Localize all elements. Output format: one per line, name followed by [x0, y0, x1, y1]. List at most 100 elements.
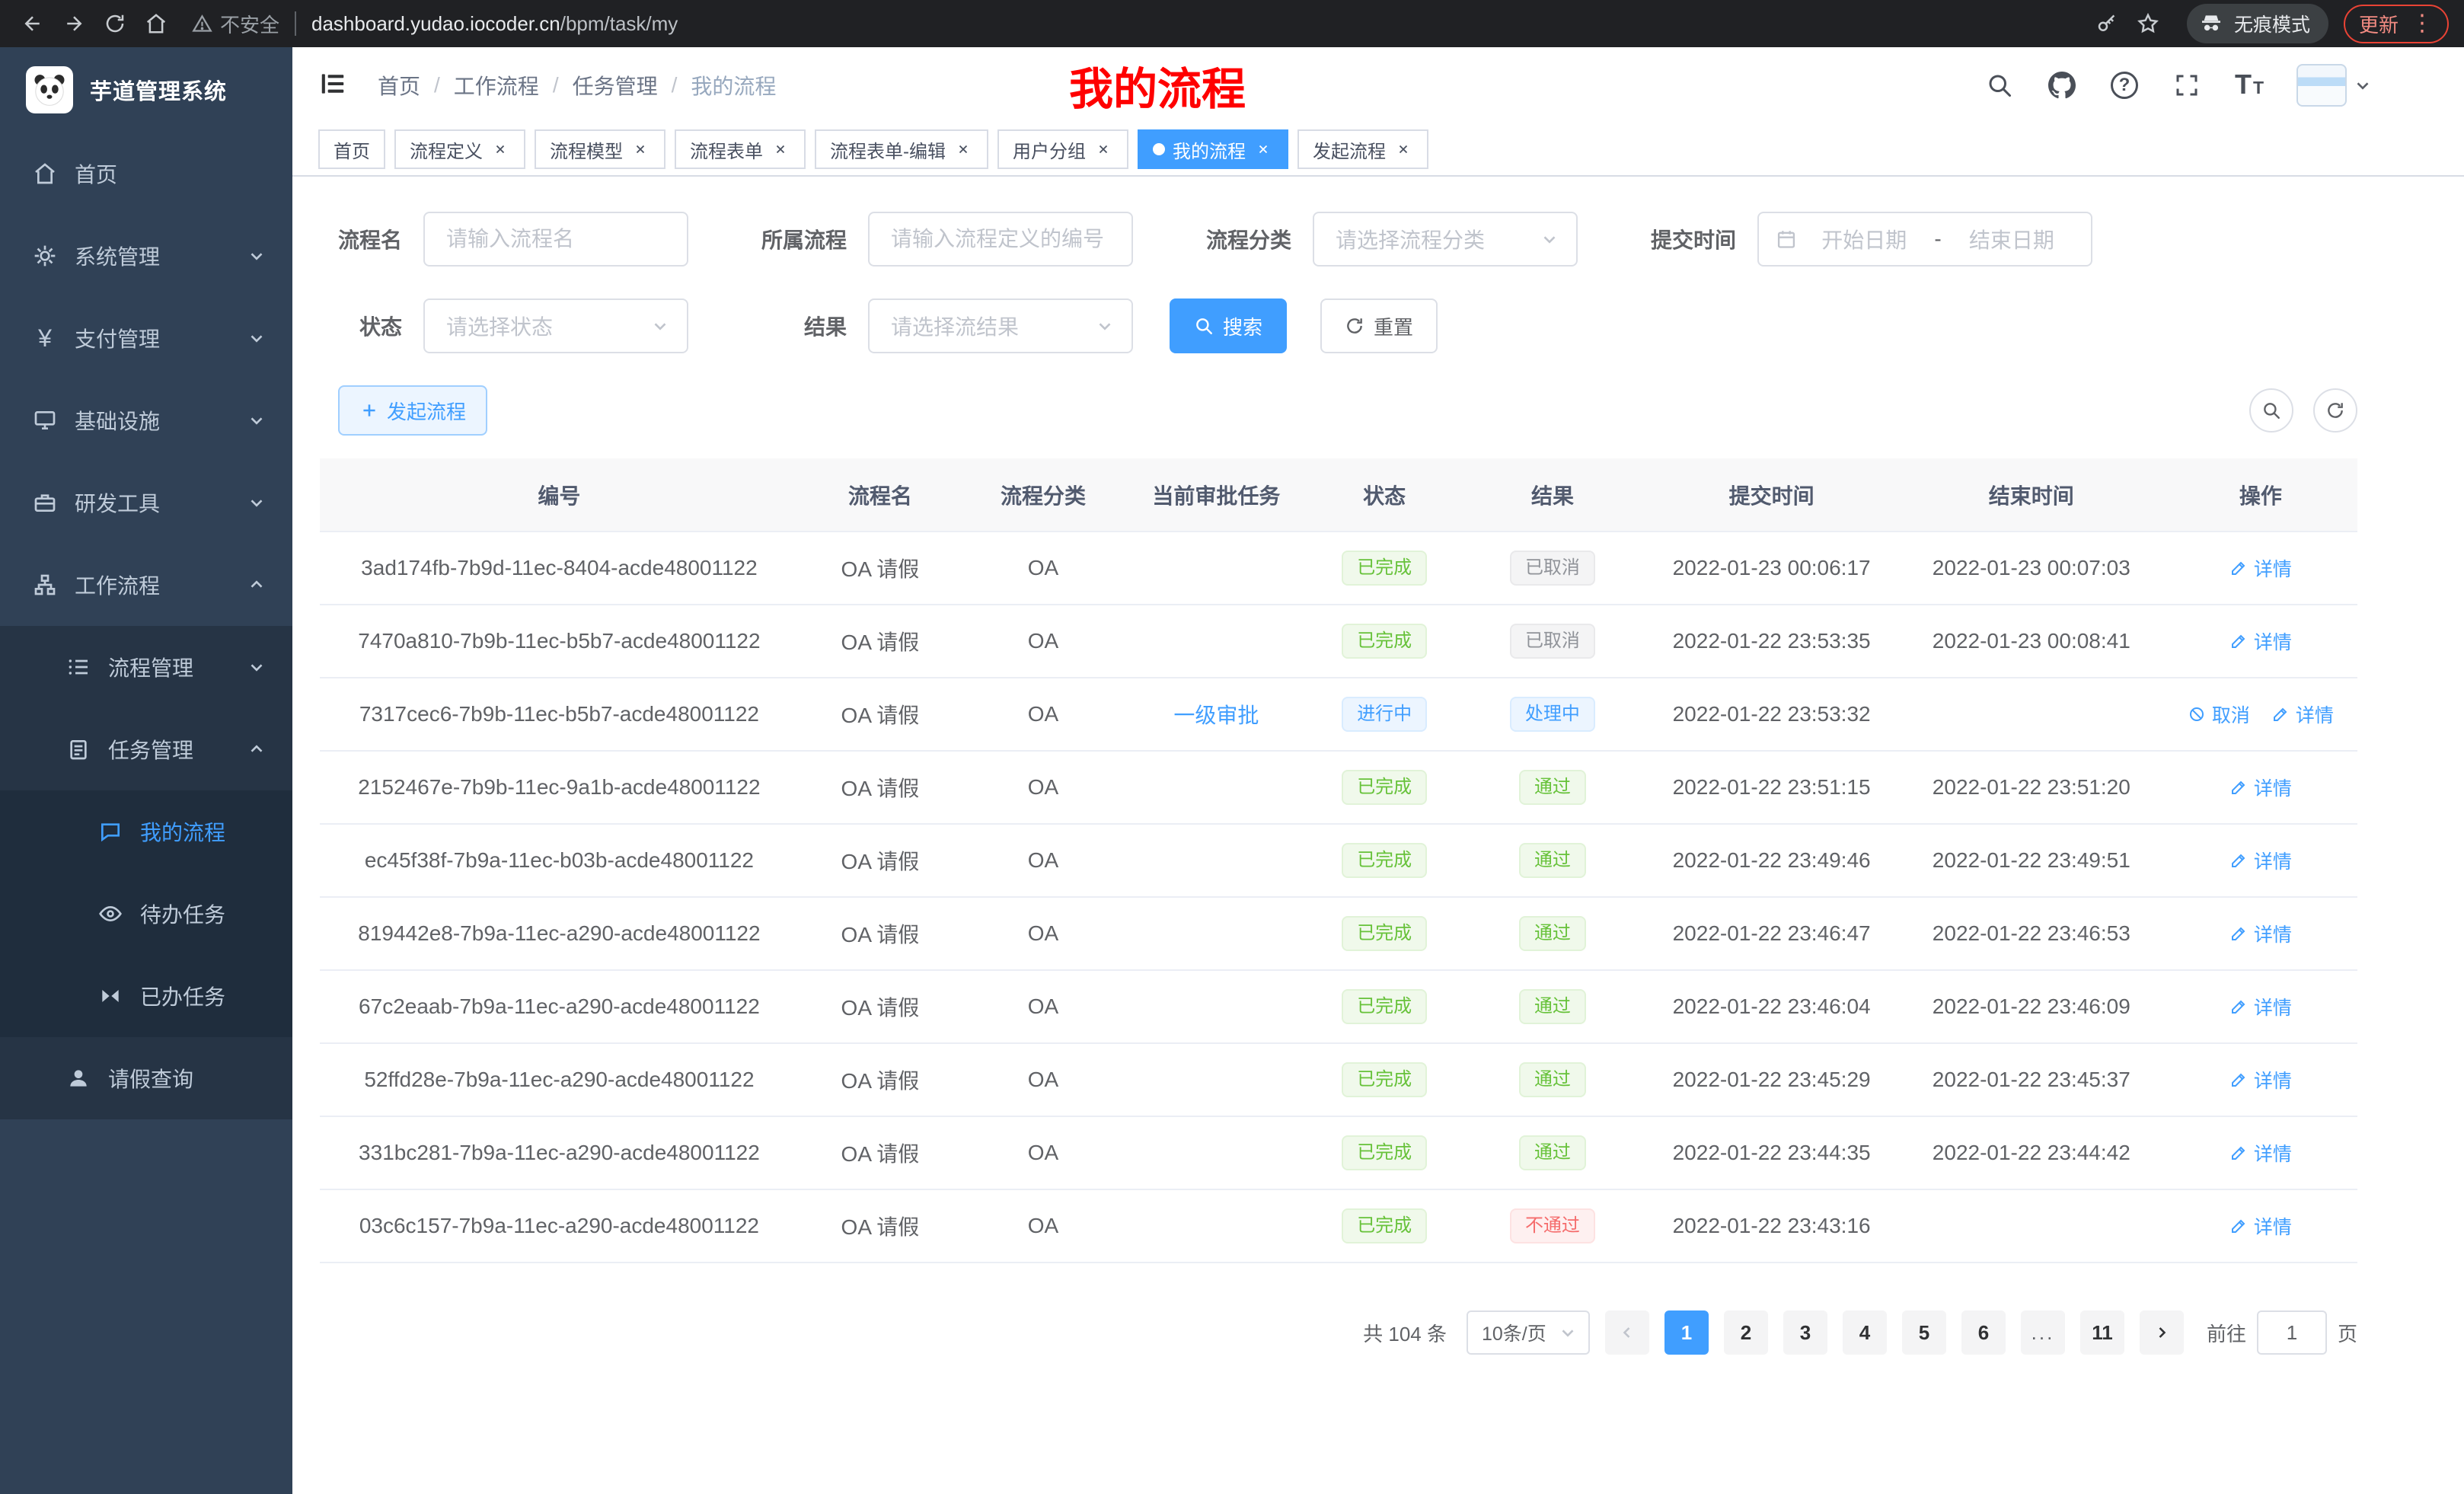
- detail-link[interactable]: 详情: [2229, 1066, 2292, 1093]
- close-icon[interactable]: [1093, 139, 1113, 159]
- result-tag: 已取消: [1510, 624, 1595, 659]
- end-time: 2022-01-22 23:44:42: [1899, 1116, 2164, 1189]
- fullscreen-icon[interactable]: [2172, 69, 2202, 102]
- submit-time-range-picker[interactable]: 开始日期 - 结束日期: [1757, 212, 2092, 267]
- tab-process-model[interactable]: 流程模型: [535, 129, 665, 169]
- tab-home[interactable]: 首页: [318, 129, 385, 169]
- end-date-placeholder[interactable]: 结束日期: [1949, 224, 2074, 254]
- prev-page-button[interactable]: [1605, 1310, 1649, 1355]
- sidebar-item-process-mgmt[interactable]: 流程管理: [0, 626, 292, 708]
- address-bar[interactable]: 不安全 dashboard.yudao.iocoder.cn/bpm/task/…: [192, 10, 678, 38]
- detail-link[interactable]: 详情: [2271, 701, 2334, 728]
- create-process-button[interactable]: 发起流程: [338, 385, 487, 436]
- toggle-search-button[interactable]: [2249, 388, 2293, 433]
- sidebar-item-done-tasks[interactable]: 已办任务: [0, 955, 292, 1037]
- cancel-link[interactable]: 取消: [2188, 701, 2250, 728]
- tab-process-definition[interactable]: 流程定义: [394, 129, 525, 169]
- menu-dots-icon[interactable]: ⋮: [2411, 12, 2434, 35]
- next-page-button[interactable]: [2140, 1310, 2184, 1355]
- detail-link[interactable]: 详情: [2229, 1139, 2292, 1167]
- tab-my-process[interactable]: 我的流程: [1138, 129, 1288, 169]
- update-button[interactable]: 更新 ⋮: [2344, 5, 2449, 43]
- table-row: 331bc281-7b9a-11ec-a290-acde48001122OA 请…: [320, 1116, 2357, 1189]
- submit-time: 2022-01-22 23:53:32: [1644, 678, 1899, 751]
- app-logo[interactable]: 芋道管理系统: [0, 47, 292, 132]
- edit-icon: [2229, 1071, 2248, 1089]
- sidebar-item-payment[interactable]: ¥支付管理: [0, 297, 292, 379]
- breadcrumb-task-mgmt[interactable]: 任务管理: [573, 70, 658, 101]
- pager-page-2[interactable]: 2: [1724, 1310, 1768, 1355]
- reload-button[interactable]: [97, 6, 132, 41]
- sidebar-item-infrastructure[interactable]: 基础设施: [0, 379, 292, 461]
- detail-link[interactable]: 详情: [2229, 920, 2292, 947]
- bookmark-star-icon[interactable]: [2130, 6, 2166, 41]
- pager-page-6[interactable]: 6: [1961, 1310, 2006, 1355]
- pager-page-1[interactable]: 1: [1664, 1310, 1709, 1355]
- close-icon[interactable]: [771, 139, 790, 159]
- detail-link[interactable]: 详情: [2229, 847, 2292, 874]
- sidebar-item-leave-query[interactable]: 请假查询: [0, 1037, 292, 1119]
- col-result: 结果: [1461, 458, 1645, 532]
- page-size-select[interactable]: 10条/页: [1467, 1310, 1590, 1355]
- forward-button[interactable]: [56, 6, 91, 41]
- pager-page-11[interactable]: 11: [2080, 1310, 2124, 1355]
- chevron-down-icon: [650, 316, 670, 336]
- password-key-icon[interactable]: [2089, 6, 2124, 41]
- sidebar-item-todo-tasks[interactable]: 待办任务: [0, 873, 292, 955]
- close-icon[interactable]: [490, 139, 510, 159]
- close-icon[interactable]: [1253, 139, 1273, 159]
- security-warning[interactable]: 不安全: [192, 10, 279, 38]
- current-task-link[interactable]: 一级审批: [1173, 704, 1259, 727]
- github-icon[interactable]: [2047, 69, 2077, 102]
- detail-link[interactable]: 详情: [2229, 554, 2292, 582]
- close-icon[interactable]: [1393, 139, 1413, 159]
- detail-link[interactable]: 详情: [2229, 627, 2292, 655]
- sidebar-item-task-mgmt[interactable]: 任务管理: [0, 708, 292, 790]
- back-button[interactable]: [15, 6, 50, 41]
- result-tag: 通过: [1519, 916, 1586, 951]
- detail-link[interactable]: 详情: [2229, 774, 2292, 801]
- detail-link[interactable]: 详情: [2229, 1212, 2292, 1240]
- goto-unit: 页: [2338, 1319, 2357, 1347]
- process-key-input[interactable]: [868, 212, 1133, 267]
- sidebar-item-my-process[interactable]: 我的流程: [0, 790, 292, 873]
- question-mark-icon: ?: [2111, 72, 2138, 99]
- sidebar-item-home[interactable]: 首页: [0, 132, 292, 215]
- hamburger-menu-icon[interactable]: [318, 69, 350, 101]
- actions-cell: 详情: [2164, 1116, 2357, 1189]
- home-button[interactable]: [139, 6, 174, 41]
- tab-user-group[interactable]: 用户分组: [997, 129, 1128, 169]
- tab-process-form-edit[interactable]: 流程表单-编辑: [815, 129, 988, 169]
- start-date-placeholder[interactable]: 开始日期: [1802, 224, 1926, 254]
- search-button[interactable]: 搜索: [1170, 298, 1287, 353]
- breadcrumb-workflow[interactable]: 工作流程: [454, 70, 539, 101]
- help-icon[interactable]: ?: [2109, 69, 2140, 102]
- action-label: 详情: [2296, 701, 2334, 728]
- close-icon[interactable]: [630, 139, 650, 159]
- result-select[interactable]: 请选择流结果: [868, 298, 1133, 353]
- category-select[interactable]: 请选择流程分类: [1313, 212, 1578, 267]
- pager-ellipsis[interactable]: ...: [2021, 1310, 2065, 1355]
- detail-link[interactable]: 详情: [2229, 993, 2292, 1020]
- tab-process-form[interactable]: 流程表单: [675, 129, 806, 169]
- close-icon[interactable]: [953, 139, 973, 159]
- sidebar-item-system[interactable]: 系统管理: [0, 215, 292, 297]
- goto-page-input[interactable]: [2257, 1310, 2327, 1355]
- sidebar-item-workflow[interactable]: 工作流程: [0, 544, 292, 626]
- tab-start-process[interactable]: 发起流程: [1297, 129, 1428, 169]
- sidebar-item-dev-tools[interactable]: 研发工具: [0, 461, 292, 544]
- edit-icon: [2229, 1217, 2248, 1235]
- breadcrumb-home[interactable]: 首页: [378, 70, 420, 101]
- font-size-icon[interactable]: TT: [2234, 69, 2265, 102]
- refresh-table-button[interactable]: [2313, 388, 2357, 433]
- pager-page-5[interactable]: 5: [1902, 1310, 1946, 1355]
- process-name-input[interactable]: [423, 212, 688, 267]
- reset-button[interactable]: 重置: [1320, 298, 1438, 353]
- pager-page-3[interactable]: 3: [1783, 1310, 1827, 1355]
- status-select[interactable]: 请选择状态: [423, 298, 688, 353]
- user-avatar[interactable]: [2296, 64, 2373, 107]
- process-name: OA 请假: [799, 1189, 962, 1263]
- actions-cell: 详情: [2164, 1189, 2357, 1263]
- pager-page-4[interactable]: 4: [1843, 1310, 1887, 1355]
- search-icon[interactable]: [1984, 69, 2015, 102]
